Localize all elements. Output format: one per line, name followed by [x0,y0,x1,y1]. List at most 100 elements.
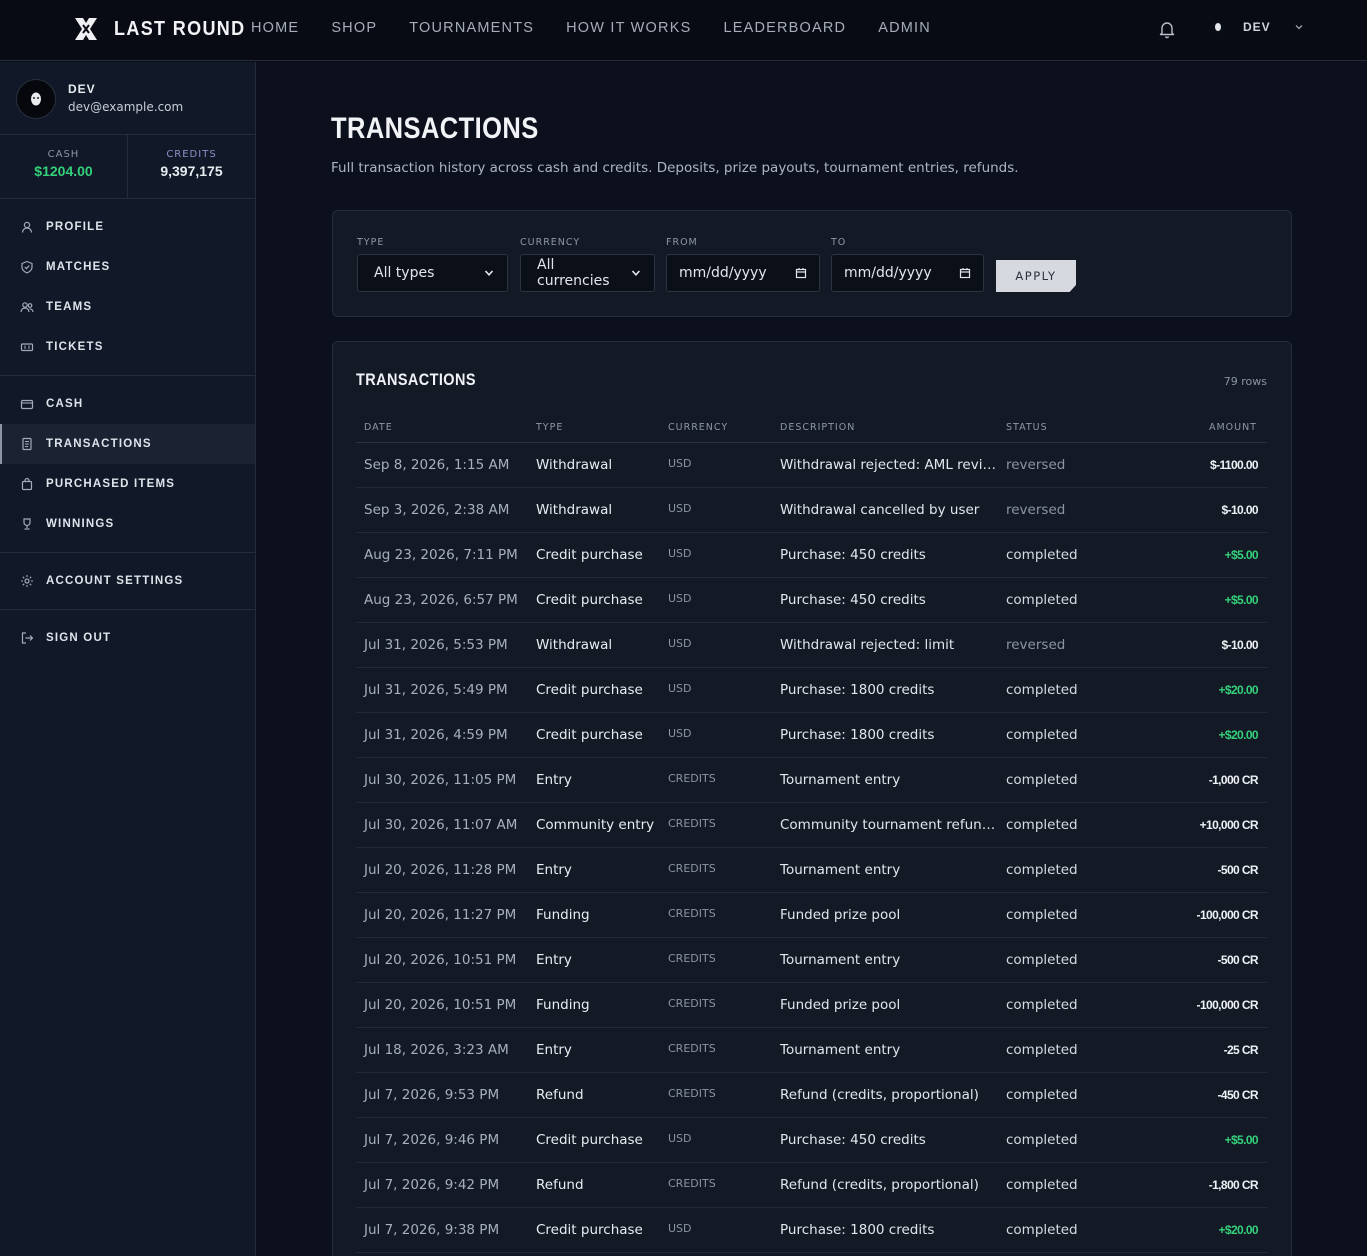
type-select-value: All types [374,265,435,281]
user-icon [21,221,33,233]
sidebar-item-label: ACCOUNT SETTINGS [46,575,184,587]
chevron-down-icon [1295,25,1303,30]
cell-type: Credit purchase [528,712,660,758]
table-row[interactable]: Aug 23, 2026, 7:11 PM Credit purchase USD P… [356,532,1267,578]
sidebar-item-account-settings[interactable]: ACCOUNT SETTINGS [0,561,255,601]
cell-description: Purchase: 450 credits [772,577,998,623]
cell-status: completed [998,1117,1108,1163]
brand[interactable]: LAST ROUND [72,15,260,43]
transactions-card: TRANSACTIONS 79 rows DATE TYPE CURRENCY … [332,341,1292,1256]
cell-description: Withdrawal cancelled by user [772,487,998,533]
table-row[interactable]: Jul 20, 2026, 11:27 PM Funding CREDITS Fund… [356,892,1267,938]
cash-balance-value: $1204.00 [34,163,93,179]
sidebar-item-transactions[interactable]: TRANSACTIONS [0,424,255,464]
sidebar-item-winnings[interactable]: WINNINGS [0,504,255,544]
currency-filter-label: CURRENCY [520,237,581,248]
cell-status: completed [998,802,1108,848]
table-row[interactable]: Jul 7, 2026, 9:46 PM Credit purchase USD Pu… [356,1117,1267,1163]
nav-shop[interactable]: SHOP [331,20,377,36]
column-header-type[interactable]: TYPE [528,414,660,443]
table-row[interactable]: Jul 31, 2026, 4:59 PM Credit purchase USD P… [356,712,1267,758]
calendar-icon[interactable] [959,267,971,279]
sidebar-group-settings: ACCOUNT SETTINGS [0,553,255,610]
calendar-icon[interactable] [795,267,807,279]
chevron-down-icon [632,270,641,276]
cell-type: Funding [528,982,660,1028]
cell-type: Withdrawal [528,622,660,668]
sidebar-item-profile[interactable]: PROFILE [0,207,255,247]
nav-leaderboard[interactable]: LEADERBOARD [723,20,846,36]
table-row[interactable]: Jul 7, 2026, 9:42 PM Refund CREDITS Refund … [356,1162,1267,1208]
cell-status: completed [998,1072,1108,1118]
sidebar-item-label: WINNINGS [46,518,115,530]
sidebar-item-tickets[interactable]: TICKETS [0,327,255,367]
table-row[interactable]: Jul 18, 2026, 3:23 AM Entry CREDITS Tournam… [356,1027,1267,1073]
sidebar-item-cash[interactable]: CASH [0,384,255,424]
cell-type: Entry [528,757,660,803]
top-nav-bar: LAST ROUND HOME SHOP TOURNAMENTS HOW IT … [0,0,1367,61]
cell-description: Tournament entry [772,1027,998,1073]
currency-select[interactable]: All currencies [520,254,655,292]
sidebar-item-purchased-items[interactable]: PURCHASED ITEMS [0,464,255,504]
profile-name: DEV [68,82,96,96]
sidebar-item-teams[interactable]: TEAMS [0,287,255,327]
table-row[interactable]: Jul 31, 2026, 5:53 PM Withdrawal USD Withdr… [356,622,1267,668]
cell-description: Tournament entry [772,937,998,983]
table-row[interactable]: Jul 30, 2026, 11:07 AM Community entry CRE… [356,802,1267,848]
sidebar-group-wallet: CASH TRANSACTIONS PURCHASED ITEMS WINNIN… [0,376,255,553]
user-avatar-icon [1211,20,1225,34]
nav-admin[interactable]: ADMIN [878,20,931,36]
sidebar-item-sign-out[interactable]: SIGN OUT [0,618,255,658]
type-select[interactable]: All types [357,254,508,292]
apply-button[interactable]: APPLY [996,260,1076,292]
to-date-input[interactable]: mm/dd/yyyy [831,254,984,292]
credits-balance-label: CREDITS [166,149,217,160]
cell-status: completed [998,847,1108,893]
table-row[interactable]: Jul 7, 2026, 9:38 PM Credit purchase USD Pu… [356,1207,1267,1253]
cell-status: reversed [998,442,1108,488]
cell-description: Tournament entry [772,757,998,803]
cell-date: Jul 7, 2026, 9:38 PM [356,1207,528,1253]
cell-type: Refund [528,1162,660,1208]
sidebar-item-label: MATCHES [46,261,111,273]
cell-date: Jul 31, 2026, 5:53 PM [356,622,528,668]
cell-amount: -100,000 CR [1108,982,1267,1028]
type-filter: TYPE All types [357,237,508,292]
cell-amount: -1,000 CR [1108,757,1267,803]
table-row[interactable]: Sep 3, 2026, 2:38 AM Withdrawal USD Withdra… [356,487,1267,533]
table-row[interactable]: Jul 30, 2026, 11:05 PM Entry CREDITS Tourna… [356,757,1267,803]
nav-how-it-works[interactable]: HOW IT WORKS [566,20,691,36]
table-row[interactable]: Jul 20, 2026, 11:28 PM Entry CREDITS Tourna… [356,847,1267,893]
cell-type: Withdrawal [528,487,660,533]
filter-panel: TYPE All types CURRENCY All currencies F… [332,210,1292,317]
cell-status: completed [998,982,1108,1028]
cell-currency: CREDITS [660,802,772,848]
column-header-date[interactable]: DATE [356,414,528,443]
bell-icon[interactable] [1157,19,1177,39]
column-header-currency[interactable]: CURRENCY [660,414,772,443]
column-header-amount[interactable]: AMOUNT [1108,414,1267,443]
cell-type: Funding [528,892,660,938]
cell-type: Entry [528,847,660,893]
nav-home[interactable]: HOME [251,20,299,36]
table-row[interactable]: Jul 20, 2026, 10:51 PM Entry CREDITS Tourna… [356,937,1267,983]
cell-type: Entry [528,937,660,983]
table-row[interactable]: Aug 23, 2026, 6:57 PM Credit purchase USD P… [356,577,1267,623]
table-row[interactable]: Sep 8, 2026, 1:15 AM Withdrawal USD Withdra… [356,442,1267,488]
cell-currency: CREDITS [660,757,772,803]
cell-amount: -25 CR [1108,1027,1267,1073]
sidebar-item-matches[interactable]: MATCHES [0,247,255,287]
table-row[interactable]: Jul 20, 2026, 10:51 PM Funding CREDITS Fund… [356,982,1267,1028]
table-row[interactable]: Jul 31, 2026, 5:49 PM Credit purchase USD P… [356,667,1267,713]
column-header-status[interactable]: STATUS [998,414,1108,443]
cell-date: Aug 23, 2026, 7:11 PM [356,532,528,578]
cell-amount: -500 CR [1108,847,1267,893]
cell-currency: USD [660,532,772,578]
cell-type: Credit purchase [528,1207,660,1253]
column-header-description[interactable]: DESCRIPTION [772,414,998,443]
from-date-value: mm/dd/yyyy [679,265,767,281]
table-row[interactable]: Jul 7, 2026, 9:53 PM Refund CREDITS Refund … [356,1072,1267,1118]
user-menu[interactable]: DEV [1211,20,1305,34]
from-date-input[interactable]: mm/dd/yyyy [666,254,820,292]
nav-tournaments[interactable]: TOURNAMENTS [409,20,534,36]
